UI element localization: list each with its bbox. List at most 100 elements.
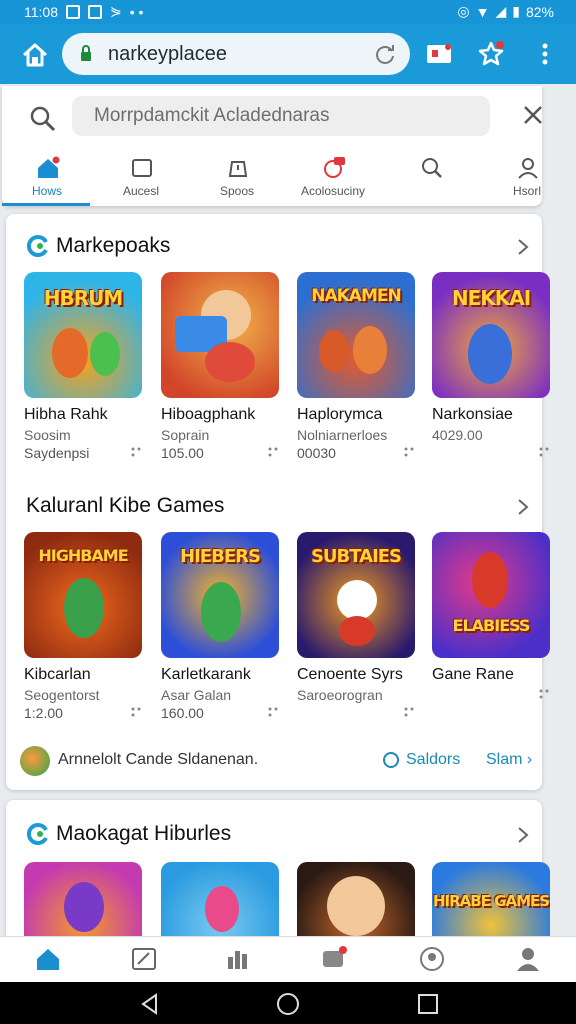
alert-icon xyxy=(228,161,248,177)
battery-level: 82% xyxy=(525,3,554,20)
game-card[interactable]: NAKAMEN Haplorymca Nolniarnerloes 00030 xyxy=(297,272,417,461)
chevron-right-icon[interactable] xyxy=(516,237,530,257)
tab-label: Aucesl xyxy=(122,184,160,198)
back-icon[interactable] xyxy=(138,992,162,1016)
search-input[interactable]: Morrpdamckit Acladednaras xyxy=(72,96,490,136)
tab-spoos[interactable]: Spoos xyxy=(192,152,282,204)
section-header[interactable]: Maokagat Hiburles xyxy=(26,822,231,846)
stats-icon[interactable] xyxy=(224,945,252,973)
share-icon: ⋟ xyxy=(110,3,122,19)
game-card[interactable] xyxy=(161,862,281,936)
extension-badge-icon[interactable] xyxy=(476,39,506,69)
character-figure xyxy=(319,330,349,372)
game-card[interactable]: HIEBERS Karletkarank Asar Galan 160.00 xyxy=(161,532,281,721)
close-icon[interactable] xyxy=(518,100,548,130)
section-logo-icon xyxy=(26,823,48,845)
more-options-icon[interactable] xyxy=(403,705,417,719)
more-options-icon[interactable] xyxy=(130,445,144,459)
section-logo-icon xyxy=(26,235,48,257)
game-thumbnail: SUBTAIES xyxy=(297,532,415,658)
recents-icon[interactable] xyxy=(416,992,440,1016)
game-price: 00030 xyxy=(297,445,417,461)
search-placeholder: Morrpdamckit Acladednaras xyxy=(94,105,330,126)
chevron-right-icon[interactable] xyxy=(516,825,530,845)
section-header[interactable]: Markepoaks xyxy=(26,234,170,258)
game-card[interactable]: SUBTAIES Cenoente Syrs Saroeorogran xyxy=(297,532,417,717)
tab-search[interactable] xyxy=(386,152,476,204)
more-options-icon[interactable] xyxy=(267,705,281,719)
more-options-icon[interactable] xyxy=(538,445,552,459)
promo-row: Arnnelolt Cande Sldanenan. Saldors Slam … xyxy=(20,744,540,780)
section-card: Maokagat Hiburles HIRABE GAMES xyxy=(6,800,550,936)
tab-acolosuciny[interactable]: Acolosuciny xyxy=(288,152,378,204)
character-figure xyxy=(337,580,377,620)
tab-home[interactable]: Hows xyxy=(2,152,92,206)
tab-hsorl[interactable]: Hsorl xyxy=(482,152,572,204)
reload-icon[interactable] xyxy=(374,43,396,65)
game-thumbnail: ELABIESS xyxy=(432,532,550,658)
alarm-icon: ◎ xyxy=(457,3,470,19)
home-icon[interactable] xyxy=(34,945,62,973)
game-price: 1:2.00 xyxy=(24,705,144,721)
character-figure xyxy=(201,582,241,642)
game-subtitle: 4029.00 xyxy=(432,427,483,443)
more-options-icon[interactable] xyxy=(403,445,417,459)
game-name: Kibcarlan xyxy=(24,666,91,683)
promo-text: Arnnelolt Cande Sldanenan. xyxy=(58,751,259,768)
wifi-icon: ▼ xyxy=(475,3,490,20)
game-card[interactable]: NEKKAI Narkonsiae 4029.00 xyxy=(432,272,552,457)
game-price: 160.00 xyxy=(161,705,281,721)
more-options-icon[interactable] xyxy=(130,705,144,719)
game-name: Gane Rane xyxy=(432,666,514,683)
game-card[interactable]: HIGHBAME Kibcarlan Seogentorst 1:2.00 xyxy=(24,532,144,721)
character-figure xyxy=(205,886,239,932)
game-thumbnail xyxy=(161,862,279,936)
tab-label: Hows xyxy=(31,184,62,198)
game-card[interactable]: ELABIESS Gane Rane xyxy=(432,532,552,699)
home-icon xyxy=(38,156,60,178)
edit-icon[interactable] xyxy=(130,945,158,973)
section-header[interactable]: Kaluranl Kibe Games xyxy=(26,494,224,518)
character-figure xyxy=(64,578,104,638)
game-card[interactable] xyxy=(297,862,417,936)
tab-label: Acolosuciny xyxy=(300,184,366,198)
section-title: Maokagat Hiburles xyxy=(56,822,232,845)
game-thumbnail xyxy=(297,862,415,936)
character-figure xyxy=(472,552,508,608)
slam-link[interactable]: Slam › xyxy=(486,751,532,769)
menu-kebab-icon[interactable] xyxy=(530,39,560,69)
game-card[interactable] xyxy=(24,862,144,936)
game-art-title: NEKKAI xyxy=(451,286,531,310)
see-more-label: Saldors xyxy=(406,751,461,768)
chevron-right-icon[interactable] xyxy=(516,497,530,517)
character-body xyxy=(339,616,375,646)
see-more-link[interactable]: Saldors xyxy=(382,751,460,769)
tab-aucesl[interactable]: Aucesl xyxy=(96,152,186,204)
game-card[interactable]: HBRUM Hibha Rahk Soosim Saydenpsi xyxy=(24,272,144,461)
game-subtitle: Nolniarnerloes xyxy=(297,427,388,443)
game-name: Hiboagphank xyxy=(161,406,256,423)
game-card[interactable]: HIRABE GAMES xyxy=(432,862,552,936)
more-options-icon[interactable] xyxy=(267,445,281,459)
character-body xyxy=(205,342,255,382)
tabs-icon[interactable] xyxy=(424,39,454,69)
explore-icon[interactable] xyxy=(418,945,446,973)
game-art-title: HIGHBAME xyxy=(38,546,128,565)
chat-icon xyxy=(324,157,345,178)
home-circle-icon[interactable] xyxy=(276,992,300,1016)
search-icon[interactable] xyxy=(28,104,58,134)
messages-icon[interactable] xyxy=(320,945,348,973)
clock: 11:08 xyxy=(24,3,58,20)
page-content: Morrpdamckit Acladednaras Hows Aucesl Sp… xyxy=(0,84,576,936)
address-bar[interactable]: narkeyplacee xyxy=(62,33,410,75)
game-name: Karletkarank xyxy=(161,666,251,683)
tab-label: Hsorl xyxy=(512,184,541,198)
more-options-icon[interactable] xyxy=(538,687,552,701)
profile-icon[interactable] xyxy=(514,945,542,973)
game-card[interactable]: Hiboagphank Soprain 105.00 xyxy=(161,272,281,461)
game-art-title: HBRUM xyxy=(43,286,124,310)
character-figure xyxy=(353,326,387,374)
url-text: narkeyplacee xyxy=(108,43,227,65)
game-thumbnail: HBRUM xyxy=(24,272,142,398)
home-icon[interactable] xyxy=(20,40,50,70)
